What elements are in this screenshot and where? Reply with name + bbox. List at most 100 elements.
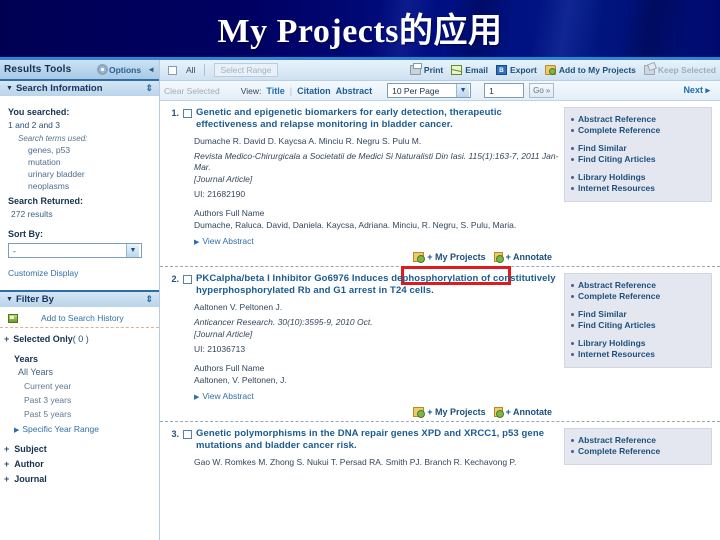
add-to-my-projects-record-button[interactable]: + My Projects: [413, 252, 486, 263]
folder-icon: [413, 252, 426, 263]
all-years-option[interactable]: All Years: [18, 367, 159, 377]
resize-handle-icon[interactable]: ⇕: [145, 294, 153, 305]
add-to-search-history-row[interactable]: Add to Search History: [0, 307, 159, 328]
link-library-holdings[interactable]: Library Holdings: [571, 172, 705, 182]
sort-by-label: Sort By:: [8, 229, 44, 239]
add-to-my-projects-record-button[interactable]: + My Projects: [413, 407, 486, 418]
link-internet-resources[interactable]: Internet Resources: [571, 183, 705, 193]
record-side-links: Abstract Reference Complete Reference: [560, 273, 712, 417]
link-find-citing-articles[interactable]: Find Citing Articles: [571, 320, 705, 330]
view-abstract-link[interactable]: ▶ View Abstract: [194, 391, 560, 401]
search-information-header[interactable]: ▼ Search Information ⇕: [0, 79, 159, 96]
select-range-button[interactable]: Select Range: [214, 63, 278, 77]
link-complete-reference[interactable]: Complete Reference: [571, 446, 705, 456]
envelope-icon: [451, 65, 463, 75]
result-record: 3. Genetic polymorphisms in the DNA repa…: [160, 422, 720, 471]
export-button[interactable]: B Export: [495, 65, 537, 75]
facet-journal[interactable]: + Journal: [4, 474, 159, 484]
year-option-past3[interactable]: Past 3 years: [24, 395, 159, 405]
year-option-current[interactable]: Current year: [24, 381, 159, 391]
toolbar-divider: [204, 64, 206, 76]
link-abstract-reference[interactable]: Abstract Reference: [571, 114, 705, 124]
expand-plus-icon: +: [4, 459, 10, 469]
next-page-link[interactable]: Next ▸: [683, 85, 710, 96]
arrow-right-icon: ▸: [705, 85, 710, 95]
view-option-abstract[interactable]: Abstract: [336, 86, 373, 96]
view-option-title[interactable]: Title: [266, 86, 284, 96]
link-find-citing-articles[interactable]: Find Citing Articles: [571, 154, 705, 164]
sort-by-select[interactable]: - ▼: [8, 243, 142, 258]
view-abstract-link[interactable]: ▶ View Abstract: [194, 236, 560, 246]
record-number: 2.: [171, 274, 179, 284]
link-abstract-reference[interactable]: Abstract Reference: [571, 435, 705, 445]
search-returned-value: 272 results: [11, 209, 53, 219]
print-button[interactable]: Print: [409, 63, 443, 75]
annotate-record-button[interactable]: + Annotate: [493, 407, 552, 418]
link-label: Find Citing Articles: [578, 154, 656, 164]
link-abstract-reference[interactable]: Abstract Reference: [571, 280, 705, 290]
collapse-left-icon[interactable]: ◄: [147, 65, 155, 74]
selected-only-toggle[interactable]: + Selected Only( 0 ): [0, 328, 159, 346]
expand-plus-icon: +: [4, 474, 10, 484]
view-option-citation[interactable]: Citation: [297, 86, 331, 96]
record-authors: Aaltonen V. Peltonen J.: [194, 302, 283, 312]
bullet-icon: [571, 323, 574, 327]
add-to-my-projects-button[interactable]: Add to My Projects: [544, 65, 636, 75]
record-authors-full-name: Dumache, Raluca. David, Daniela. Kaycsa,…: [194, 220, 517, 230]
record-checkbox[interactable]: [183, 275, 192, 284]
select-all-checkbox[interactable]: [168, 65, 177, 75]
resize-handle-icon[interactable]: ⇕: [145, 83, 153, 94]
view-label: View:: [240, 85, 262, 96]
link-label: Library Holdings: [578, 172, 646, 182]
specific-year-range-toggle[interactable]: ▶ Specific Year Range: [14, 424, 159, 434]
facet-author[interactable]: + Author: [4, 459, 159, 469]
results-tools-label: Results Tools: [4, 64, 72, 75]
search-term: genes, p53: [28, 145, 71, 155]
record-title-link[interactable]: Genetic polymorphisms in the DNA repair …: [196, 428, 560, 452]
record-title-link[interactable]: Genetic and epigenetic biomarkers for ea…: [196, 107, 560, 131]
year-option-past5[interactable]: Past 5 years: [24, 409, 159, 419]
per-page-select[interactable]: 10 Per Page ▼: [387, 83, 472, 98]
record-checkbox[interactable]: [183, 109, 192, 118]
link-label: Find Citing Articles: [578, 320, 656, 330]
link-complete-reference[interactable]: Complete Reference: [571, 125, 705, 135]
record-title-line: 3. Genetic polymorphisms in the DNA repa…: [168, 428, 560, 452]
annotate-label: + Annotate: [505, 407, 552, 417]
record-journal: Anticancer Research. 30(10):3595-9, 2010…: [194, 317, 373, 327]
facet-subject[interactable]: + Subject: [4, 444, 159, 454]
my-projects-label: + My Projects: [427, 407, 486, 417]
search-information-title: Search Information: [15, 83, 103, 94]
go-button[interactable]: Go »: [529, 83, 555, 98]
clear-selected-button[interactable]: Clear Selected: [164, 86, 220, 96]
add-to-search-history-label: Add to Search History: [41, 313, 124, 323]
link-find-similar[interactable]: Find Similar: [571, 309, 705, 319]
page-number-input[interactable]: 1: [484, 83, 525, 98]
expand-plus-icon: +: [4, 334, 10, 344]
bullet-icon: [571, 352, 574, 356]
record-title-link[interactable]: PKCalpha/beta I Inhibitor Go6976 Induces…: [196, 273, 560, 297]
view-abstract-label: View Abstract: [202, 236, 254, 246]
link-label: Abstract Reference: [578, 114, 656, 124]
link-label: Abstract Reference: [578, 435, 656, 445]
email-button[interactable]: Email: [451, 65, 488, 75]
bullet-icon: [571, 146, 574, 150]
record-pubtype: [Journal Article]: [194, 329, 253, 339]
record-number: 3.: [171, 429, 179, 439]
export-icon: B: [495, 65, 507, 75]
result-record: 2. PKCalpha/beta I Inhibitor Go6976 Indu…: [160, 267, 720, 422]
link-internet-resources[interactable]: Internet Resources: [571, 349, 705, 359]
keep-selected-button[interactable]: Keep Selected: [643, 65, 716, 75]
link-complete-reference[interactable]: Complete Reference: [571, 291, 705, 301]
options-button[interactable]: Options ◄: [97, 65, 155, 75]
customize-display-link[interactable]: Customize Display: [8, 268, 151, 278]
record-checkbox[interactable]: [183, 430, 192, 439]
link-find-similar[interactable]: Find Similar: [571, 143, 705, 153]
side-links-group-reference: Abstract Reference Complete Reference: [571, 280, 705, 301]
filter-by-header[interactable]: ▼ Filter By ⇕: [0, 290, 159, 307]
annotate-record-button[interactable]: + Annotate: [493, 252, 552, 263]
annotate-label: + Annotate: [505, 252, 552, 262]
note-icon: [493, 407, 504, 418]
record-meta: Aaltonen V. Peltonen J. Anticancer Resea…: [194, 302, 560, 401]
chevron-down-icon: ▼: [456, 84, 470, 97]
link-library-holdings[interactable]: Library Holdings: [571, 338, 705, 348]
